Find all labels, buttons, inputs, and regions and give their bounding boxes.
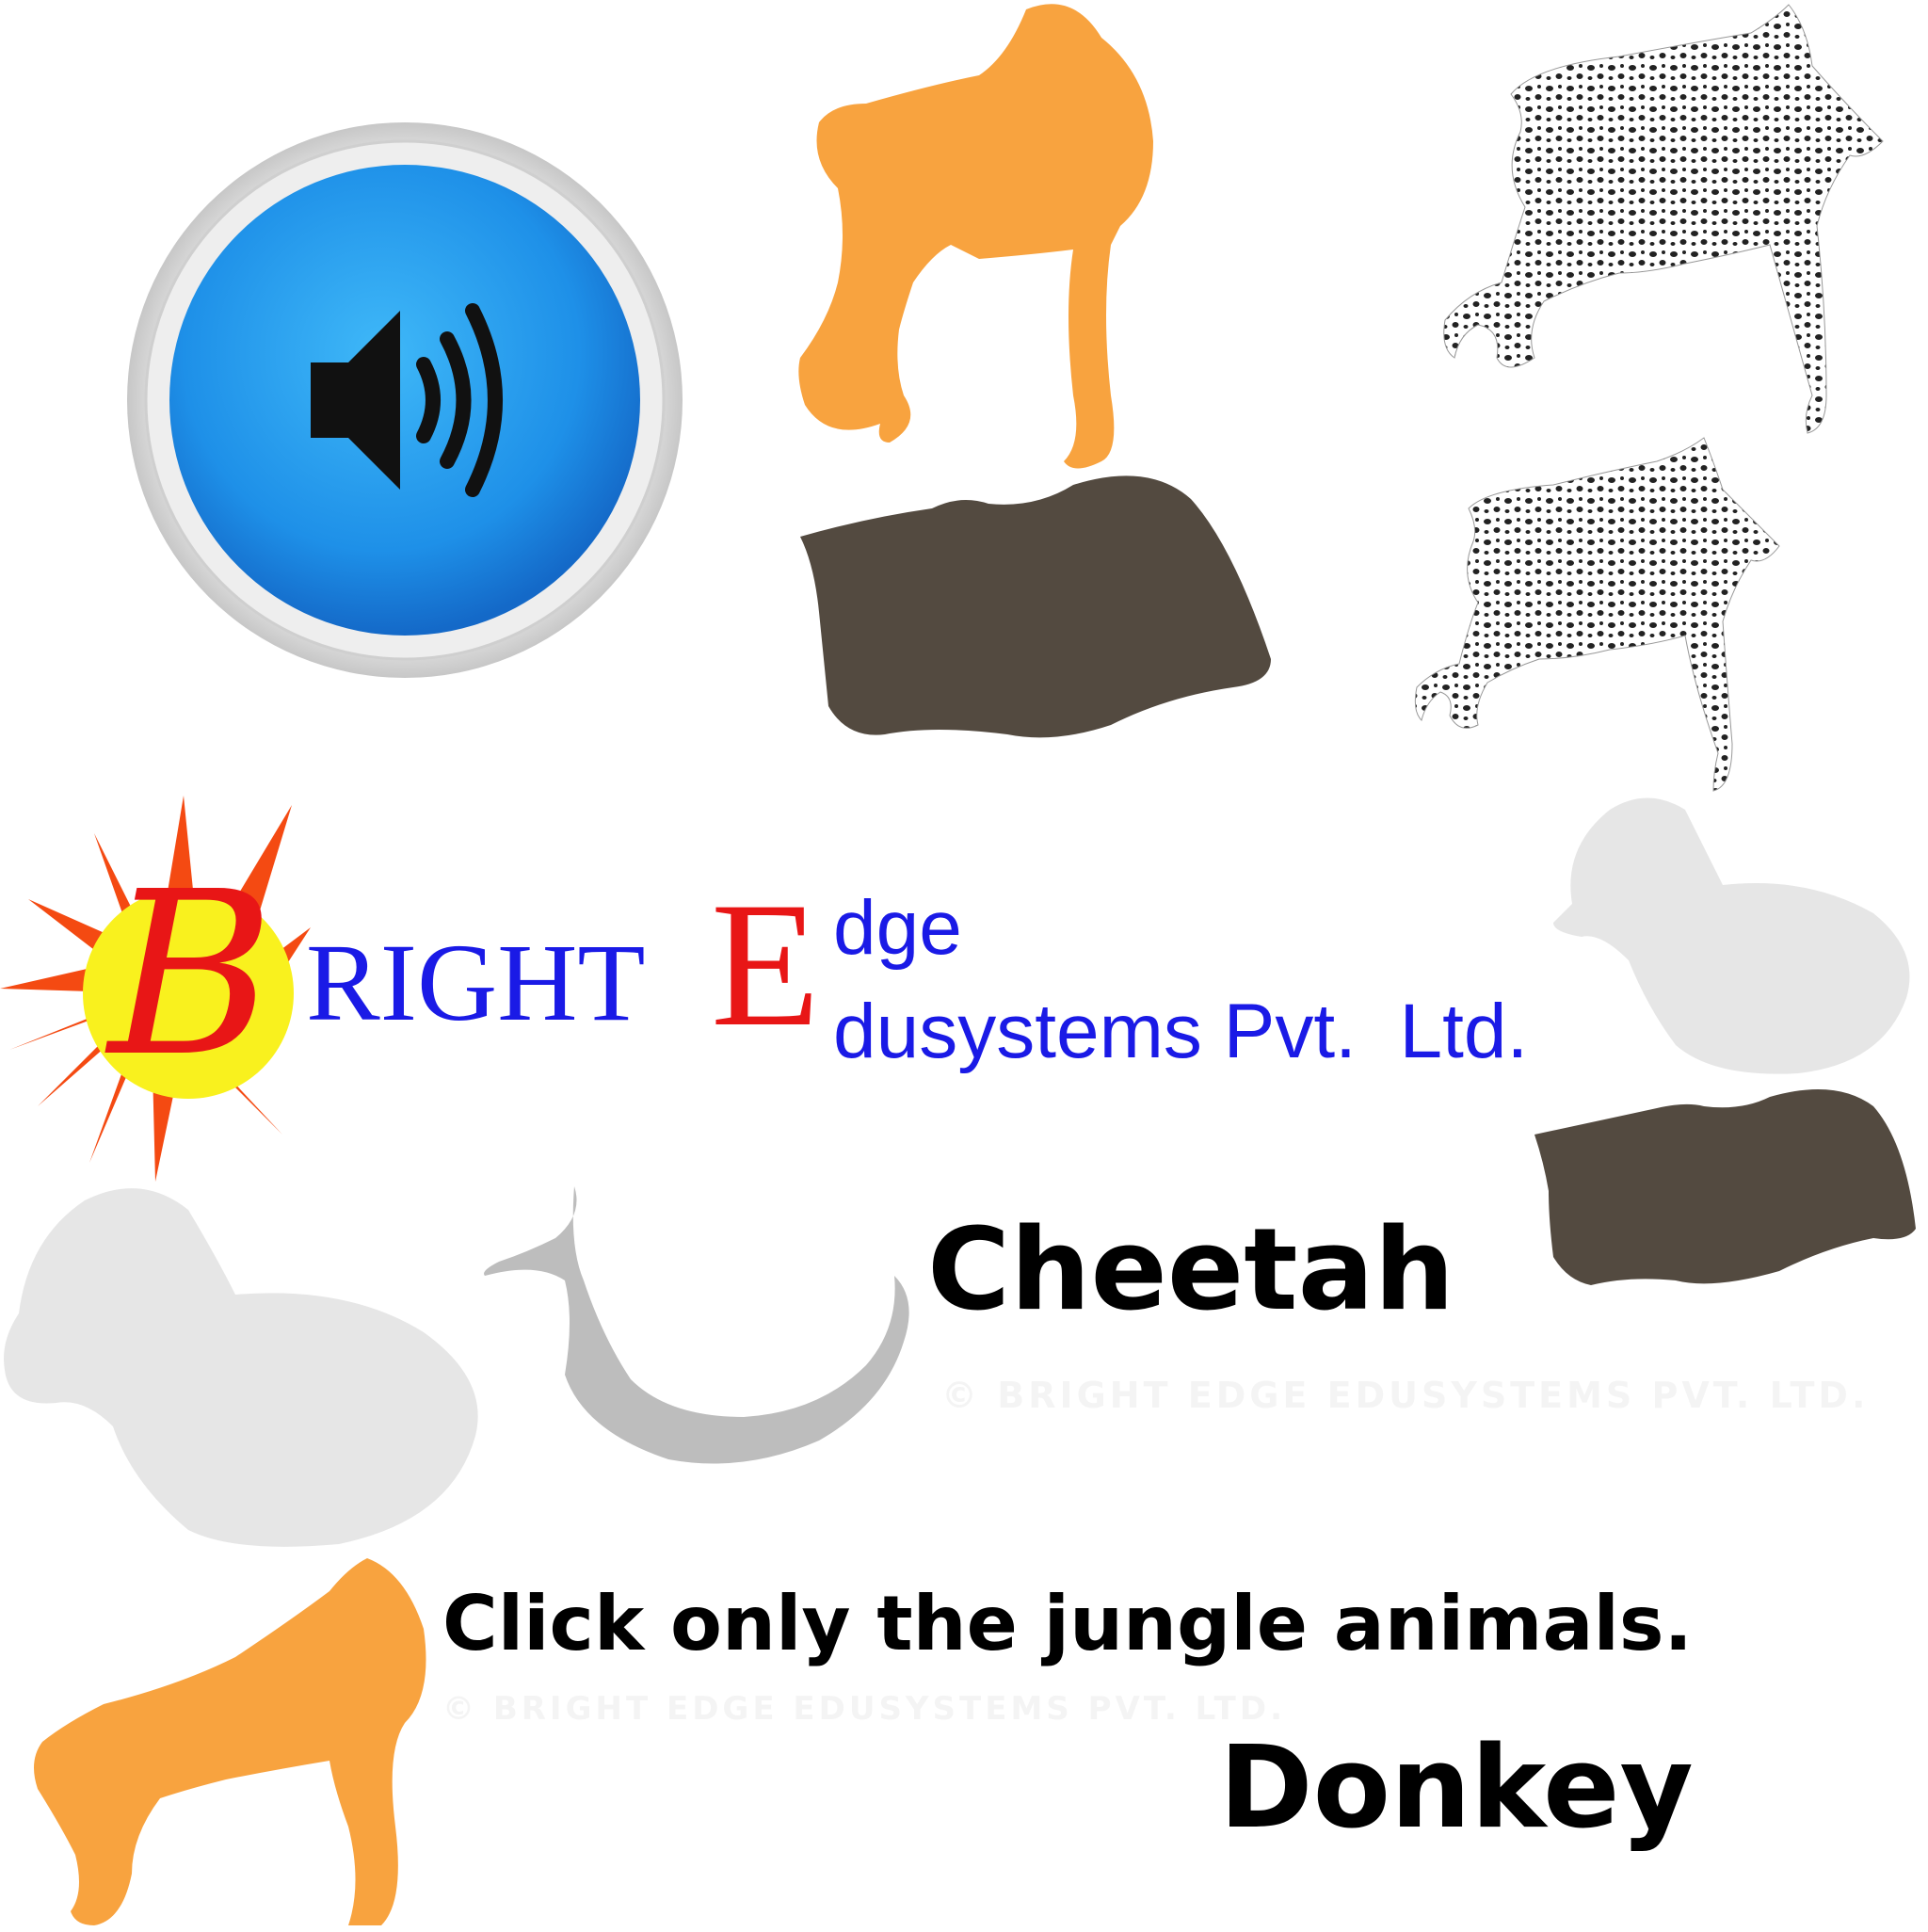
orange-animal-silhouette bbox=[34, 1558, 426, 1925]
word-donkey-label: Donkey bbox=[1219, 1723, 1694, 1854]
audio-button[interactable] bbox=[127, 118, 697, 683]
watermark-2: © BRIGHT EDGE EDUSYSTEMS PVT. LTD. bbox=[442, 1690, 1287, 1728]
orange-animal-bottom[interactable] bbox=[28, 1554, 442, 1928]
speaker-icon bbox=[127, 122, 683, 678]
brown-animal-silhouette bbox=[800, 475, 1271, 738]
gray-shape-silhouette bbox=[484, 1186, 909, 1464]
cheetah-second[interactable] bbox=[1337, 433, 1789, 796]
cheetah-top[interactable] bbox=[1337, 0, 1902, 443]
logo-word-dge: dge bbox=[833, 885, 962, 971]
word-cheetah[interactable]: Cheetah bbox=[927, 1215, 1454, 1328]
gray-animal-silhouette bbox=[1553, 797, 1910, 1074]
orange-animal-silhouette bbox=[798, 4, 1153, 469]
logo-word-right: RIGHT bbox=[306, 921, 646, 1044]
gray-curved-shape[interactable] bbox=[480, 1186, 923, 1469]
instruction-text: Click only the jungle animals. bbox=[442, 1580, 1693, 1667]
gray-animal-right[interactable] bbox=[1525, 791, 1920, 1083]
logo-word-edusystems: dusystems Pvt. Ltd. bbox=[833, 989, 1529, 1074]
word-cheetah-label: Cheetah bbox=[927, 1205, 1455, 1336]
logo-letter-b: B bbox=[108, 843, 275, 1106]
watermark-1: © BRIGHT EDGE EDUSYSTEMS PVT. LTD. bbox=[941, 1375, 1870, 1416]
logo-letter-e: E bbox=[711, 866, 821, 1064]
bright-edge-logo: B RIGHT E dge dusystems Pvt. Ltd. bbox=[0, 796, 1563, 1191]
gray-animal-left[interactable] bbox=[0, 1182, 490, 1558]
cheetah-silhouette bbox=[1414, 437, 1780, 792]
brown-animal-top[interactable] bbox=[791, 471, 1299, 744]
cheetah-silhouette bbox=[1443, 4, 1884, 434]
gray-animal-silhouette bbox=[4, 1188, 478, 1547]
word-donkey[interactable]: Donkey bbox=[1219, 1732, 1694, 1845]
orange-animal-top[interactable] bbox=[791, 0, 1356, 480]
brown-animal-silhouette bbox=[1534, 1089, 1916, 1285]
brown-animal-right[interactable] bbox=[1525, 1087, 1920, 1295]
